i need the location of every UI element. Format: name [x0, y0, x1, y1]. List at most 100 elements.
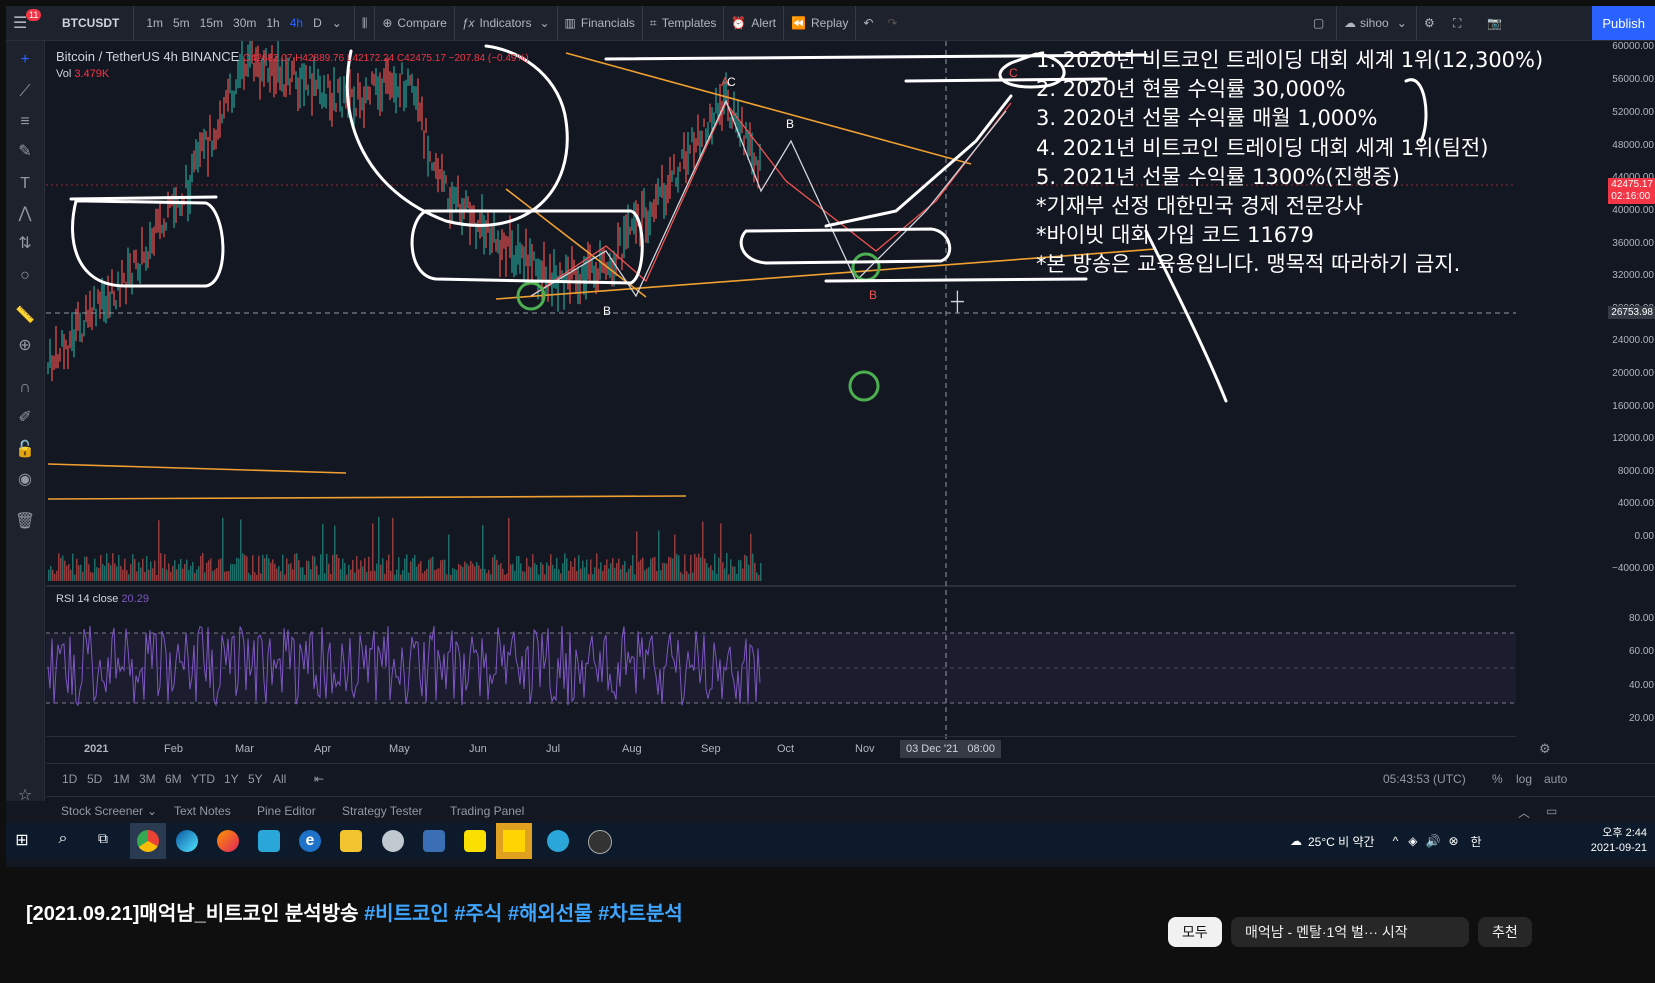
time-axis[interactable]: 2021 Feb Mar Apr May Jun Jul Aug Sep Oct…: [46, 736, 1551, 761]
range-1m[interactable]: 1M: [113, 772, 130, 786]
zoom-icon[interactable]: ⊕: [14, 335, 36, 357]
system-tray: ☁ 25°C 비 약간 ^ ◈ 🔊 ⊗ 한: [1290, 823, 1482, 859]
bird-app-icon[interactable]: [258, 830, 280, 852]
video-hashtags[interactable]: #비트코인 #주식 #해외선물 #차트분석: [364, 903, 683, 925]
axis-settings-gear-icon[interactable]: ⚙: [1539, 741, 1551, 757]
prediction-icon[interactable]: ⇅: [14, 233, 36, 255]
volume-bar: [700, 557, 702, 581]
tf-5m[interactable]: 5m: [168, 16, 195, 30]
volume-bar: [72, 553, 74, 581]
task-view-icon[interactable]: ⧉: [92, 830, 114, 852]
star-icon[interactable]: ☆: [14, 785, 36, 807]
magnet-icon[interactable]: ∩: [14, 377, 36, 399]
range-1y[interactable]: 1Y: [224, 772, 239, 786]
tf-1h[interactable]: 1h: [261, 16, 284, 30]
maximize-icon[interactable]: ▭: [1546, 804, 1557, 818]
tab-text-notes[interactable]: Text Notes: [174, 804, 231, 818]
crosshair-icon[interactable]: +: [14, 49, 36, 71]
chip-channel[interactable]: 매억남 - 멘탈·1억 벌··· 시작: [1231, 917, 1469, 947]
range-5d[interactable]: 5D: [87, 772, 102, 786]
telegram-icon[interactable]: [547, 830, 569, 852]
edge-icon[interactable]: [176, 830, 198, 852]
chip-all[interactable]: 모두: [1168, 917, 1222, 947]
weather-cloud-icon[interactable]: ☁: [1290, 834, 1302, 848]
log-toggle[interactable]: log: [1516, 772, 1532, 786]
volume-bar: [234, 564, 236, 581]
collapse-icon[interactable]: ︿: [1518, 804, 1530, 821]
windows-start-icon[interactable]: ⊞: [11, 830, 33, 852]
kakaotalk-icon[interactable]: [464, 830, 486, 852]
volume-bar: [658, 530, 660, 581]
range-6m[interactable]: 6M: [165, 772, 182, 786]
ime-indicator[interactable]: 한: [1471, 833, 1482, 850]
publish-button[interactable]: Publish: [1592, 6, 1655, 40]
obs-icon[interactable]: [588, 830, 612, 854]
chart-type-button[interactable]: ⫼: [353, 6, 375, 40]
utc-clock[interactable]: 05:43:53 (UTC): [1383, 772, 1466, 786]
settings-button[interactable]: ⚙: [1416, 6, 1442, 40]
eye-icon[interactable]: ◉: [14, 469, 36, 491]
templates-button[interactable]: ⌗ Templates: [641, 6, 723, 40]
trash-icon[interactable]: 🗑: [14, 511, 36, 533]
snapshot-button[interactable]: 📷: [1480, 6, 1509, 40]
circle-icon[interactable]: ○: [14, 265, 36, 287]
percent-toggle[interactable]: %: [1492, 772, 1503, 786]
tab-stock-screener[interactable]: Stock Screener: [61, 804, 143, 818]
lock-drawing-icon[interactable]: ✐: [14, 407, 36, 429]
volume-bar: [306, 560, 308, 581]
taskbar-clock[interactable]: 오후 2:44 2021-09-21: [1591, 826, 1647, 856]
calculator-icon[interactable]: [423, 830, 445, 852]
financials-button[interactable]: ▥ Financials: [556, 6, 642, 40]
chevron-down-icon[interactable]: ⌄: [147, 804, 157, 818]
symbol-search[interactable]: BTCUSDT: [54, 6, 133, 40]
fullscreen-button[interactable]: ⛶: [1446, 6, 1468, 40]
sticky-notes-button[interactable]: [496, 823, 532, 859]
tab-trading-panel[interactable]: Trading Panel: [450, 804, 524, 818]
tf-15m[interactable]: 15m: [195, 16, 228, 30]
chip-recommended[interactable]: 추천: [1478, 917, 1532, 947]
chevron-up-icon[interactable]: ^: [1393, 834, 1399, 848]
range-ytd[interactable]: YTD: [191, 772, 215, 786]
volume-icon[interactable]: 🔊: [1425, 834, 1440, 848]
fib-icon[interactable]: ≡: [14, 111, 36, 133]
replay-button[interactable]: ⏪ Replay: [783, 6, 855, 40]
alert-button[interactable]: ⏰ Alert: [723, 6, 783, 40]
tab-pine-editor[interactable]: Pine Editor: [257, 804, 316, 818]
ruler-icon[interactable]: 📏: [14, 305, 36, 327]
close-circle-icon[interactable]: ⊗: [1448, 834, 1458, 848]
tf-30m[interactable]: 30m: [228, 16, 261, 30]
rsi-value: 20.29: [121, 593, 149, 605]
tf-d[interactable]: D: [308, 16, 327, 30]
volume-bar: [68, 564, 70, 581]
range-3m[interactable]: 3M: [139, 772, 156, 786]
search-icon[interactable]: ⌕: [52, 830, 74, 852]
brush-icon[interactable]: ✎: [14, 141, 36, 163]
menu-button[interactable]: ☰ 11: [6, 6, 54, 40]
tab-strategy-tester[interactable]: Strategy Tester: [342, 804, 422, 818]
chevron-down-icon[interactable]: ⌄: [327, 16, 347, 30]
app-icon[interactable]: [382, 830, 404, 852]
lock-icon[interactable]: 🔓: [14, 439, 36, 461]
range-1d[interactable]: 1D: [62, 772, 77, 786]
user-menu[interactable]: ☁ sihoo ⌄: [1336, 6, 1414, 40]
pattern-icon[interactable]: ⋀: [14, 203, 36, 225]
trendline-icon[interactable]: ⟋: [14, 81, 36, 103]
goto-date-icon[interactable]: ⇤: [314, 772, 324, 786]
chrome-taskbar-button[interactable]: [130, 823, 166, 859]
auto-toggle[interactable]: auto: [1544, 772, 1567, 786]
text-icon[interactable]: T: [14, 173, 36, 195]
range-all[interactable]: All: [273, 772, 286, 786]
undo-button[interactable]: ↶: [855, 6, 880, 40]
tf-4h[interactable]: 4h: [285, 16, 308, 30]
compare-button[interactable]: ⊕ Compare: [374, 6, 453, 40]
network-icon[interactable]: ◈: [1408, 834, 1417, 848]
weather-text[interactable]: 25°C 비 약간: [1308, 833, 1375, 850]
indicators-button[interactable]: ƒx Indicators ⌄: [453, 6, 557, 40]
ie-icon[interactable]: e: [299, 830, 321, 852]
firefox-icon[interactable]: [217, 830, 239, 852]
folder-icon[interactable]: [340, 830, 362, 852]
tf-1m[interactable]: 1m: [141, 16, 168, 30]
range-5y[interactable]: 5Y: [248, 772, 263, 786]
redo-button[interactable]: ↷: [880, 6, 904, 40]
layout-button[interactable]: ▢: [1306, 6, 1331, 40]
